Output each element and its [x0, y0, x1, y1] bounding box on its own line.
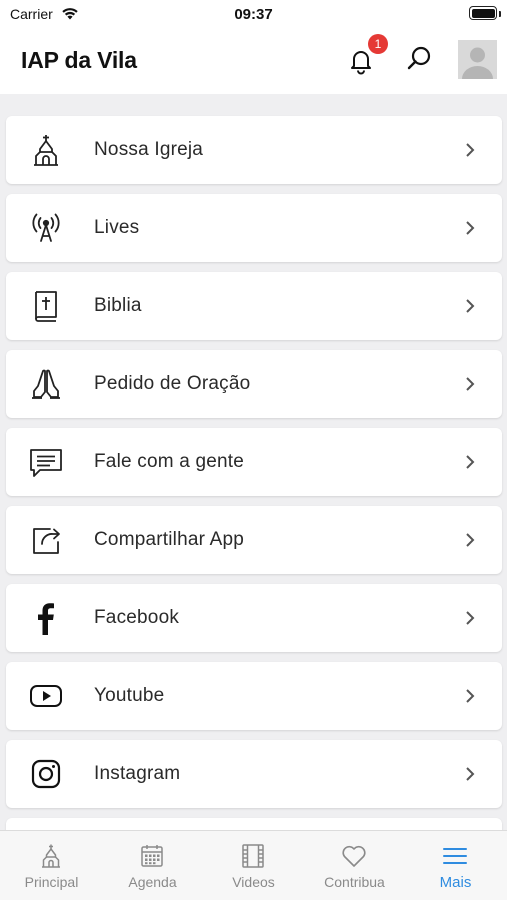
- menu-list: Nossa Igreja Lives Biblia Pedido de Oraç…: [0, 94, 507, 830]
- chevron-right-icon: [466, 533, 475, 547]
- tab-label: Contribua: [324, 874, 385, 890]
- search-icon[interactable]: [404, 44, 434, 74]
- menu-item-label: Youtube: [94, 685, 165, 706]
- menu-item-biblia[interactable]: Biblia: [6, 272, 502, 340]
- chevron-right-icon: [466, 299, 475, 313]
- menu-icon: [443, 848, 467, 864]
- menu-item-nossa-igreja[interactable]: Nossa Igreja: [6, 116, 502, 184]
- share-icon: [33, 528, 60, 554]
- bible-icon: [35, 291, 57, 322]
- app-header: IAP da Vila 1: [0, 30, 507, 94]
- menu-item-label: Biblia: [94, 295, 142, 316]
- status-bar: Carrier 09:37: [0, 0, 507, 30]
- chevron-right-icon: [466, 143, 475, 157]
- chevron-right-icon: [466, 377, 475, 391]
- menu-item-facebook[interactable]: Facebook: [6, 584, 502, 652]
- notification-badge: 1: [368, 34, 388, 54]
- menu-item-label: Facebook: [94, 607, 180, 628]
- tab-principal[interactable]: Principal: [1, 831, 102, 900]
- tab-label: Videos: [232, 874, 275, 890]
- tab-label: Principal: [24, 874, 79, 890]
- menu-item-label: Instagram: [94, 763, 181, 784]
- calendar-icon: [141, 845, 163, 867]
- menu-item-label: Lives: [94, 217, 140, 238]
- menu-item-label: Fale com a gente: [94, 451, 245, 472]
- church-icon: [34, 135, 58, 166]
- menu-item-label: Pedido de Oração: [94, 373, 251, 394]
- tab-videos[interactable]: Videos: [203, 831, 304, 900]
- praying-hands-icon: [32, 369, 60, 399]
- church-icon: [42, 844, 60, 868]
- avatar[interactable]: [458, 40, 497, 79]
- tab-contribua[interactable]: Contribua: [304, 831, 405, 900]
- menu-item-partial[interactable]: [6, 818, 502, 830]
- film-icon: [242, 844, 264, 868]
- clock: 09:37: [234, 6, 273, 23]
- chevron-right-icon: [466, 767, 475, 781]
- menu-item-label: Compartilhar App: [94, 529, 244, 550]
- menu-item-lives[interactable]: Lives: [6, 194, 502, 262]
- battery-icon: [469, 6, 497, 20]
- broadcast-icon: [32, 213, 60, 242]
- tab-label: Mais: [439, 874, 472, 891]
- page-title: IAP da Vila: [21, 47, 137, 73]
- chevron-right-icon: [466, 221, 475, 235]
- heart-icon: [342, 845, 366, 867]
- user-placeholder-icon: [462, 47, 493, 79]
- menu-item-youtube[interactable]: Youtube: [6, 662, 502, 730]
- menu-item-label: Nossa Igreja: [94, 139, 204, 160]
- chevron-right-icon: [466, 455, 475, 469]
- tab-label: Agenda: [128, 874, 177, 890]
- youtube-icon: [30, 685, 62, 707]
- battery-tip: [499, 11, 501, 17]
- tab-agenda[interactable]: Agenda: [102, 831, 203, 900]
- tab-bar: Principal Agenda Videos Contribua Mais: [0, 830, 507, 900]
- instagram-icon: [31, 759, 61, 789]
- menu-item-compartilhar-app[interactable]: Compartilhar App: [6, 506, 502, 574]
- menu-item-instagram[interactable]: Instagram: [6, 740, 502, 808]
- tab-mais[interactable]: Mais: [405, 831, 506, 900]
- chevron-right-icon: [466, 689, 475, 703]
- menu-item-pedido-de-oracao[interactable]: Pedido de Oração: [6, 350, 502, 418]
- menu-item-fale-com-a-gente[interactable]: Fale com a gente: [6, 428, 502, 496]
- chevron-right-icon: [466, 611, 475, 625]
- chat-icon: [30, 449, 62, 477]
- facebook-icon: [38, 603, 54, 635]
